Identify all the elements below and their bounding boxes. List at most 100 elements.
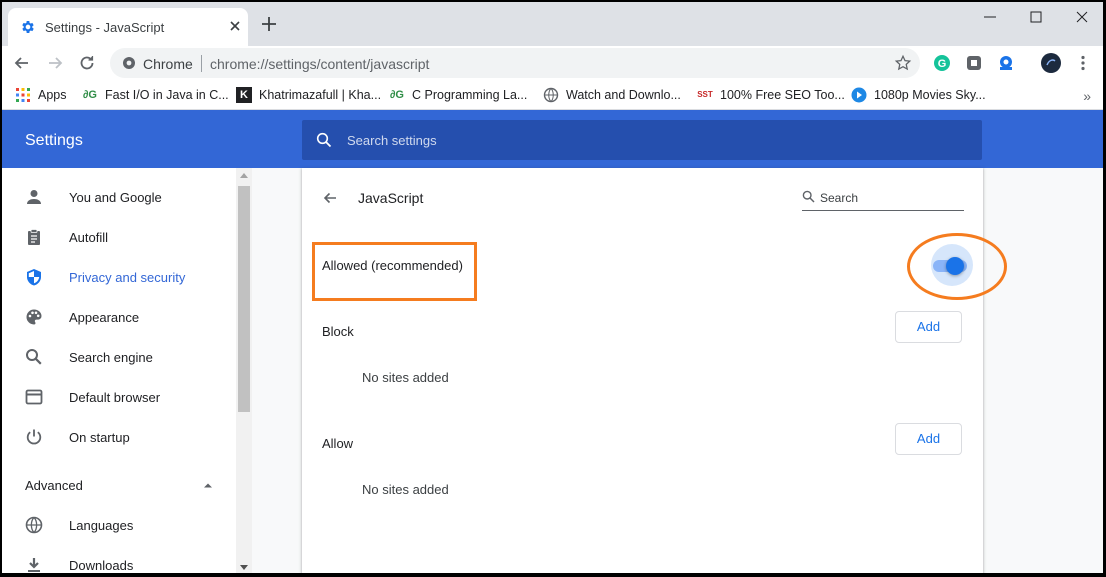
- forward-button[interactable]: [45, 53, 65, 73]
- toolbar: Chrome chrome://settings/content/javascr…: [2, 46, 1103, 80]
- close-icon[interactable]: [227, 18, 243, 34]
- highlight-box: [312, 242, 477, 301]
- svg-text:G: G: [938, 58, 947, 70]
- highlight-ellipse: [907, 233, 1007, 300]
- person-icon: [27, 190, 41, 204]
- download-icon: [28, 558, 40, 572]
- site-search-field[interactable]: [802, 188, 964, 211]
- profile-avatar[interactable]: [1040, 52, 1062, 74]
- block-add-button[interactable]: Add: [895, 311, 962, 343]
- gear-icon: [22, 21, 34, 33]
- bookmark-label: Watch and Downlo...: [566, 88, 681, 102]
- sidebar-item-you-and-google[interactable]: You and Google: [2, 177, 236, 217]
- bookmark-fast-io[interactable]: ∂G Fast I/O in Java in C...: [82, 86, 229, 104]
- scroll-up-arrow[interactable]: [240, 173, 248, 178]
- power-icon: [26, 429, 42, 445]
- allow-section-label: Allow: [322, 436, 354, 451]
- settings-search-placeholder: Search settings: [347, 133, 437, 148]
- maximize-button[interactable]: [1024, 8, 1048, 26]
- bookmark-movies[interactable]: 1080p Movies Sky...: [851, 86, 986, 104]
- menu-kebab-icon[interactable]: [1074, 54, 1092, 72]
- sidebar-item-label: Autofill: [69, 230, 109, 245]
- bookmark-watch-download[interactable]: Watch and Downlo...: [543, 86, 681, 104]
- sidebar-item-label: You and Google: [69, 190, 162, 205]
- palette-icon: [26, 309, 42, 325]
- back-button[interactable]: [12, 53, 32, 73]
- settings-sidebar: You and Google Autofill Privacy and secu…: [2, 168, 236, 573]
- sidebar-item-label: Search engine: [69, 350, 153, 365]
- bookmarks-bar: Apps ∂G Fast I/O in Java in C... K Khatr…: [2, 80, 1103, 110]
- sidebar-item-languages[interactable]: Languages: [2, 505, 236, 545]
- sidebar-item-label: Appearance: [69, 310, 140, 325]
- grammarly-extension-icon[interactable]: G: [933, 54, 951, 72]
- globe-icon: [543, 87, 559, 103]
- url-text[interactable]: chrome://settings/content/javascript: [210, 56, 429, 72]
- search-icon: [316, 132, 332, 148]
- bookmark-star-icon[interactable]: [894, 54, 912, 72]
- sidebar-item-appearance[interactable]: Appearance: [2, 297, 236, 337]
- gfg-icon: ∂G: [83, 89, 97, 101]
- site-label: Chrome: [143, 56, 193, 72]
- address-bar[interactable]: Chrome chrome://settings/content/javascr…: [110, 48, 920, 78]
- bitly-extension-icon[interactable]: [997, 54, 1015, 72]
- tab-title: Settings - JavaScript: [45, 20, 165, 35]
- window-close-button[interactable]: [1070, 8, 1094, 26]
- sidebar-item-privacy-and-security[interactable]: Privacy and security: [2, 257, 236, 297]
- sidebar-item-label: Privacy and security: [69, 270, 186, 285]
- block-section-label: Block: [322, 324, 354, 339]
- scroll-thumb[interactable]: [238, 186, 250, 412]
- sidebar-item-label: Default browser: [69, 390, 161, 405]
- sidebar-item-default-browser[interactable]: Default browser: [2, 377, 236, 417]
- bookmark-label: Khatrimazafull | Kha...: [259, 88, 382, 102]
- minimize-button[interactable]: [978, 8, 1002, 26]
- settings-header: Settings Search settings: [2, 110, 1103, 168]
- advanced-section-toggle[interactable]: Advanced: [25, 478, 83, 493]
- play-icon: [851, 87, 867, 103]
- search-icon: [802, 190, 815, 203]
- javascript-settings-card: JavaScript Allowed (recommended) Block A…: [302, 168, 1007, 573]
- sst-icon: SST: [697, 90, 713, 99]
- k-icon: K: [236, 87, 252, 103]
- puzzle-extension-icon[interactable]: [965, 54, 983, 72]
- new-tab-button[interactable]: [260, 15, 278, 33]
- sidebar-item-label: Languages: [69, 518, 134, 533]
- scroll-down-arrow[interactable]: [240, 565, 248, 570]
- bookmark-label: 1080p Movies Sky...: [874, 88, 986, 102]
- chrome-site-icon: [123, 57, 135, 69]
- sidebar-item-label: On startup: [69, 430, 130, 445]
- caret-up-icon[interactable]: [202, 481, 214, 489]
- settings-search-field[interactable]: Search settings: [302, 120, 982, 160]
- omnibox-divider: [201, 55, 202, 72]
- bookmark-label: 100% Free SEO Too...: [720, 88, 845, 102]
- browser-icon: [25, 389, 43, 405]
- bookmarks-overflow-icon[interactable]: »: [1083, 88, 1091, 104]
- bookmark-c-programming[interactable]: ∂G C Programming La...: [389, 86, 527, 104]
- page-title: JavaScript: [358, 190, 424, 206]
- back-arrow-icon[interactable]: [322, 190, 338, 206]
- apps-grid-icon: [16, 88, 30, 102]
- bookmark-label: C Programming La...: [412, 88, 528, 102]
- allow-add-button[interactable]: Add: [895, 423, 962, 455]
- gfg-icon: ∂G: [390, 89, 404, 101]
- bookmark-khatrimazafull[interactable]: K Khatrimazafull | Kha...: [236, 86, 381, 104]
- site-search-input[interactable]: [820, 188, 960, 208]
- javascript-toggle[interactable]: [907, 233, 1007, 300]
- sidebar-scrollbar[interactable]: [236, 168, 252, 573]
- tab-strip: Settings - JavaScript: [2, 2, 1103, 46]
- tab-settings[interactable]: Settings - JavaScript: [8, 8, 248, 46]
- bookmark-label: Apps: [38, 88, 67, 102]
- sidebar-item-on-startup[interactable]: On startup: [2, 417, 236, 457]
- search-icon: [26, 349, 42, 365]
- sidebar-item-autofill[interactable]: Autofill: [2, 217, 236, 257]
- sidebar-item-label: Downloads: [69, 558, 134, 573]
- bookmark-seo-tools[interactable]: SST 100% Free SEO Too...: [697, 86, 845, 104]
- globe-icon: [25, 516, 43, 534]
- reload-button[interactable]: [77, 53, 97, 73]
- browser-window: Settings - JavaScript Chrome chrome://se…: [2, 2, 1103, 573]
- sidebar-item-search-engine[interactable]: Search engine: [2, 337, 236, 377]
- bookmark-apps[interactable]: Apps: [15, 86, 67, 104]
- block-empty-text: No sites added: [362, 370, 449, 385]
- shield-icon: [27, 269, 41, 286]
- settings-title: Settings: [25, 132, 83, 149]
- sidebar-item-downloads[interactable]: Downloads: [2, 545, 236, 573]
